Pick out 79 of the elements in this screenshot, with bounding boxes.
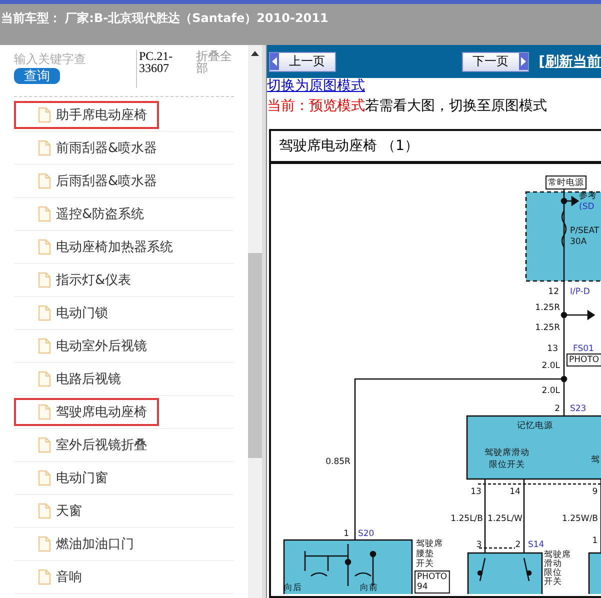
diagram-label: 3 (476, 540, 482, 550)
tree-item[interactable]: 燃油加油口门 (14, 530, 146, 558)
tree-item[interactable]: 天窗 (14, 497, 94, 525)
previous-page-button[interactable]: 上一页 (269, 52, 336, 72)
connector-label: S20 (358, 529, 374, 539)
tree-item[interactable]: 遥控&防盗系统 (14, 200, 156, 228)
tree-item[interactable]: 驾驶席电动座椅 (14, 398, 159, 426)
diagram-label: 0.85R (326, 457, 350, 467)
diagram-label: 向前 (360, 583, 378, 593)
connector-label: FS01 (573, 344, 594, 354)
diagram-label: 2.0L (542, 361, 560, 371)
tag-label: PHOTO 94 (414, 570, 450, 594)
tree-item[interactable]: 电动门锁 (14, 299, 120, 327)
mode-hint: 若需看大图，切换至原图模式 (365, 98, 547, 114)
diagram-label: 13 (470, 487, 482, 497)
diagram-label: P/SEAT 30A (570, 226, 600, 247)
connector-label: S23 (570, 404, 586, 414)
current-mode-label: 当前：预览模式 (267, 98, 365, 114)
document-icon (38, 404, 51, 420)
tree-item[interactable]: 电动门窗 (14, 464, 120, 492)
diagram-label: 2 (515, 540, 521, 550)
document-icon (38, 140, 51, 156)
document-icon (38, 437, 51, 453)
document-icon (38, 503, 51, 519)
diagram-label: 1.25R (535, 323, 560, 333)
connector-label: S14 (528, 540, 544, 550)
document-icon (38, 536, 51, 552)
next-page-button[interactable]: 下一页 (462, 52, 529, 72)
document-icon (38, 173, 51, 189)
scroll-up-icon[interactable] (251, 51, 259, 56)
diagram-label: 9 (592, 487, 598, 497)
scrollbar[interactable] (248, 45, 262, 598)
connector-label: I/P-D (570, 287, 590, 297)
original-mode-link[interactable]: 切换为原图模式 (267, 78, 365, 94)
tag-label: 常时电源 (546, 176, 586, 190)
diagram-label: 2.0L (542, 386, 560, 396)
document-icon (38, 206, 51, 222)
scroll-thumb[interactable] (248, 253, 262, 458)
tree-item[interactable]: 电路后视镜 (14, 365, 133, 393)
diagram-label: 14 (510, 487, 520, 497)
search-field[interactable]: 输入关键字查 (14, 50, 134, 68)
diagram-label: 记忆电源 (517, 421, 553, 431)
diagram-label: 驾驶席 腰垫 开关 (416, 539, 443, 569)
diagram-label: 驾驶席 滑动 限位 开关 (544, 550, 571, 587)
refresh-link[interactable]: [刷新当前 (538, 52, 601, 70)
diagram-label: 1 (592, 536, 598, 546)
document-icon (38, 272, 51, 288)
tree-item[interactable]: 后雨刮器&喷水器 (14, 167, 170, 195)
search-button[interactable]: 查询 (14, 68, 60, 84)
document-icon (38, 305, 51, 321)
diagram-label: 13 (547, 344, 558, 354)
diagram-title: 驾驶席电动座椅 （1） (271, 131, 601, 164)
diagram-label: 向后 (284, 583, 302, 593)
document-icon (38, 338, 51, 354)
document-icon (38, 107, 51, 123)
tree-item[interactable]: 前雨刮器&喷水器 (14, 134, 170, 162)
document-icon (38, 239, 51, 255)
tree-item[interactable]: 室外后视镜折叠 (14, 431, 159, 459)
tree-item[interactable]: 音响 (14, 563, 94, 591)
tree-item[interactable]: 助手席电动座椅 (14, 101, 159, 129)
tree-item[interactable]: 电动座椅加热器系统 (14, 233, 185, 261)
document-icon (38, 569, 51, 585)
code-text: PC.21-33607 (136, 50, 188, 88)
diagram-label: 1.25W/B (562, 514, 598, 524)
diagram-label: 驾 (591, 455, 600, 465)
connector-label: (SD (579, 202, 594, 212)
diagram-label: 1.25L/B (450, 514, 483, 524)
tree-item[interactable]: 电动室外后视镜 (14, 332, 159, 360)
car-model-title: 当前车型： 厂家:B-北京现代胜达（Santafe）2010-2011 (1, 10, 328, 27)
diagram-label: 12 (548, 287, 559, 297)
document-icon (38, 371, 51, 387)
document-icon (38, 470, 51, 486)
diagram-label: 2 (554, 404, 560, 414)
diagram-label: 1.25L/W (488, 514, 522, 524)
tag-label: PHOTO (566, 354, 601, 366)
diagram-label: 驾驶席滑动 限位开关 (484, 448, 530, 470)
tree-item[interactable]: 指示灯&仪表 (14, 266, 144, 294)
diagram-label: 1 (344, 529, 349, 539)
diagram-label: 1.25R (535, 303, 560, 313)
